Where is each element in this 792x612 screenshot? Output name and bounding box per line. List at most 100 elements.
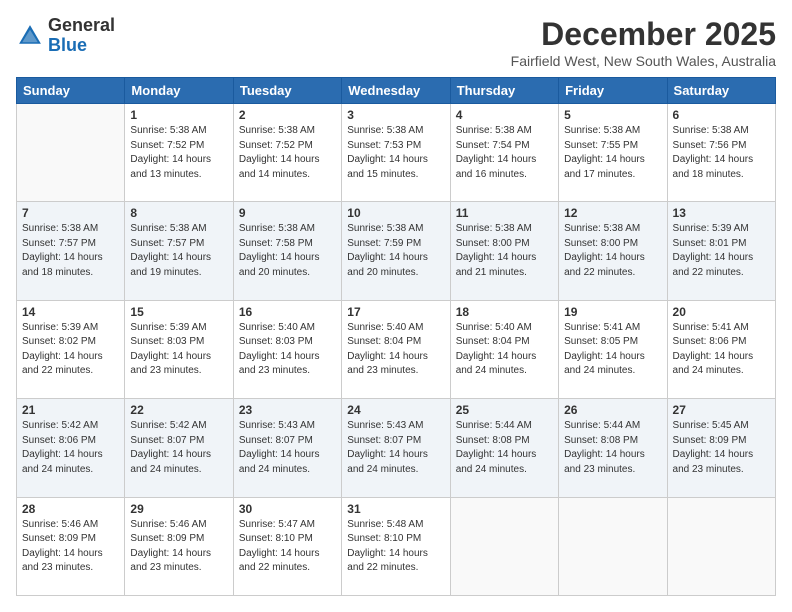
page: General Blue December 2025 Fairfield Wes…: [0, 0, 792, 612]
calendar-cell: 21 Sunrise: 5:42 AMSunset: 8:06 PMDayligh…: [17, 399, 125, 497]
cell-info: Sunrise: 5:38 AMSunset: 7:57 PMDaylight:…: [130, 222, 227, 280]
cell-info: Sunrise: 5:38 AMSunset: 7:57 PMDaylight:…: [22, 222, 119, 280]
day-number: 22: [130, 403, 227, 417]
cell-info: Sunrise: 5:40 AMSunset: 8:04 PMDaylight:…: [347, 321, 444, 379]
day-number: 6: [673, 108, 770, 122]
day-number: 17: [347, 305, 444, 319]
cell-info: Sunrise: 5:41 AMSunset: 8:06 PMDaylight:…: [673, 321, 770, 379]
day-number: 30: [239, 502, 336, 516]
calendar-cell: 7 Sunrise: 5:38 AMSunset: 7:57 PMDaylight…: [17, 202, 125, 300]
calendar-cell: 11 Sunrise: 5:38 AMSunset: 8:00 PMDayligh…: [450, 202, 558, 300]
calendar-cell: 29Sunrise: 5:46 AMSunset: 8:09 PMDayligh…: [125, 497, 233, 595]
calendar-cell: 14 Sunrise: 5:39 AMSunset: 8:02 PMDayligh…: [17, 300, 125, 398]
calendar-week-row: 28 Sunrise: 5:46 AMSunset: 8:09 PMDayligh…: [17, 497, 776, 595]
day-number: 25: [456, 403, 553, 417]
calendar-cell: 2 Sunrise: 5:38 AMSunset: 7:52 PMDaylight…: [233, 104, 341, 202]
calendar-cell: 18 Sunrise: 5:40 AMSunset: 8:04 PMDayligh…: [450, 300, 558, 398]
calendar-cell: 31 Sunrise: 5:48 AMSunset: 8:10 PMDayligh…: [342, 497, 450, 595]
cell-info: Sunrise: 5:38 AMSunset: 7:55 PMDaylight:…: [564, 124, 661, 182]
weekday-header-row: SundayMondayTuesdayWednesdayThursdayFrid…: [17, 78, 776, 104]
day-number: 31: [347, 502, 444, 516]
calendar-week-row: 1Sunrise: 5:38 AMSunset: 7:52 PMDaylight…: [17, 104, 776, 202]
day-number: 21: [22, 403, 119, 417]
day-number: 3: [347, 108, 444, 122]
cell-info: Sunrise: 5:47 AMSunset: 8:10 PMDaylight:…: [239, 518, 336, 576]
day-number: 4: [456, 108, 553, 122]
calendar-cell: 9Sunrise: 5:38 AMSunset: 7:58 PMDaylight…: [233, 202, 341, 300]
day-number: 23: [239, 403, 336, 417]
day-number: 2: [239, 108, 336, 122]
calendar-cell: 27 Sunrise: 5:45 AMSunset: 8:09 PMDayligh…: [667, 399, 775, 497]
calendar-cell: 12 Sunrise: 5:38 AMSunset: 8:00 PMDayligh…: [559, 202, 667, 300]
cell-info: Sunrise: 5:46 AMSunset: 8:09 PMDaylight:…: [130, 518, 227, 576]
cell-info: Sunrise: 5:38 AMSunset: 7:58 PMDaylight:…: [239, 222, 336, 280]
day-number: 7: [22, 206, 119, 220]
day-number: 8: [130, 206, 227, 220]
calendar-cell: 16Sunrise: 5:40 AMSunset: 8:03 PMDayligh…: [233, 300, 341, 398]
calendar-cell: 25Sunrise: 5:44 AMSunset: 8:08 PMDayligh…: [450, 399, 558, 497]
logo-blue: Blue: [48, 35, 87, 55]
weekday-header-sunday: Sunday: [17, 78, 125, 104]
header: General Blue December 2025 Fairfield Wes…: [16, 16, 776, 69]
calendar-cell: 8 Sunrise: 5:38 AMSunset: 7:57 PMDaylight…: [125, 202, 233, 300]
day-number: 20: [673, 305, 770, 319]
day-number: 27: [673, 403, 770, 417]
cell-info: Sunrise: 5:38 AMSunset: 7:59 PMDaylight:…: [347, 222, 444, 280]
day-number: 13: [673, 206, 770, 220]
calendar-cell: 1Sunrise: 5:38 AMSunset: 7:52 PMDaylight…: [125, 104, 233, 202]
calendar-week-row: 21 Sunrise: 5:42 AMSunset: 8:06 PMDayligh…: [17, 399, 776, 497]
day-number: 14: [22, 305, 119, 319]
calendar-cell: 5 Sunrise: 5:38 AMSunset: 7:55 PMDaylight…: [559, 104, 667, 202]
weekday-header-monday: Monday: [125, 78, 233, 104]
logo-text: General Blue: [48, 16, 115, 56]
weekday-header-wednesday: Wednesday: [342, 78, 450, 104]
cell-info: Sunrise: 5:45 AMSunset: 8:09 PMDaylight:…: [673, 419, 770, 477]
cell-info: Sunrise: 5:42 AMSunset: 8:06 PMDaylight:…: [22, 419, 119, 477]
cell-info: Sunrise: 5:43 AMSunset: 8:07 PMDaylight:…: [347, 419, 444, 477]
day-number: 18: [456, 305, 553, 319]
cell-info: Sunrise: 5:48 AMSunset: 8:10 PMDaylight:…: [347, 518, 444, 576]
cell-info: Sunrise: 5:38 AMSunset: 7:52 PMDaylight:…: [130, 124, 227, 182]
day-number: 12: [564, 206, 661, 220]
calendar-cell: 30 Sunrise: 5:47 AMSunset: 8:10 PMDayligh…: [233, 497, 341, 595]
cell-info: Sunrise: 5:38 AMSunset: 7:56 PMDaylight:…: [673, 124, 770, 182]
day-number: 10: [347, 206, 444, 220]
cell-info: Sunrise: 5:44 AMSunset: 8:08 PMDaylight:…: [564, 419, 661, 477]
cell-info: Sunrise: 5:43 AMSunset: 8:07 PMDaylight:…: [239, 419, 336, 477]
day-number: 19: [564, 305, 661, 319]
day-number: 26: [564, 403, 661, 417]
location-subtitle: Fairfield West, New South Wales, Austral…: [511, 53, 776, 69]
calendar-cell: [450, 497, 558, 595]
calendar-table: SundayMondayTuesdayWednesdayThursdayFrid…: [16, 77, 776, 596]
calendar-cell: 13 Sunrise: 5:39 AMSunset: 8:01 PMDayligh…: [667, 202, 775, 300]
cell-info: Sunrise: 5:38 AMSunset: 7:52 PMDaylight:…: [239, 124, 336, 182]
calendar-cell: [559, 497, 667, 595]
title-block: December 2025 Fairfield West, New South …: [511, 16, 776, 69]
calendar-cell: 22Sunrise: 5:42 AMSunset: 8:07 PMDayligh…: [125, 399, 233, 497]
cell-info: Sunrise: 5:38 AMSunset: 8:00 PMDaylight:…: [456, 222, 553, 280]
day-number: 16: [239, 305, 336, 319]
cell-info: Sunrise: 5:40 AMSunset: 8:04 PMDaylight:…: [456, 321, 553, 379]
cell-info: Sunrise: 5:39 AMSunset: 8:03 PMDaylight:…: [130, 321, 227, 379]
calendar-cell: 3 Sunrise: 5:38 AMSunset: 7:53 PMDaylight…: [342, 104, 450, 202]
day-number: 5: [564, 108, 661, 122]
calendar-cell: 28Sunrise: 5:46 AMSunset: 8:09 PMDayligh…: [17, 497, 125, 595]
day-number: 11: [456, 206, 553, 220]
calendar-cell: 20 Sunrise: 5:41 AMSunset: 8:06 PMDayligh…: [667, 300, 775, 398]
cell-info: Sunrise: 5:38 AMSunset: 8:00 PMDaylight:…: [564, 222, 661, 280]
calendar-week-row: 14 Sunrise: 5:39 AMSunset: 8:02 PMDayligh…: [17, 300, 776, 398]
calendar-week-row: 7 Sunrise: 5:38 AMSunset: 7:57 PMDaylight…: [17, 202, 776, 300]
weekday-header-thursday: Thursday: [450, 78, 558, 104]
day-number: 28: [22, 502, 119, 516]
weekday-header-saturday: Saturday: [667, 78, 775, 104]
calendar-cell: [17, 104, 125, 202]
cell-info: Sunrise: 5:38 AMSunset: 7:53 PMDaylight:…: [347, 124, 444, 182]
month-title: December 2025: [511, 16, 776, 53]
logo-general: General: [48, 15, 115, 35]
cell-info: Sunrise: 5:41 AMSunset: 8:05 PMDaylight:…: [564, 321, 661, 379]
calendar-cell: 15Sunrise: 5:39 AMSunset: 8:03 PMDayligh…: [125, 300, 233, 398]
cell-info: Sunrise: 5:39 AMSunset: 8:01 PMDaylight:…: [673, 222, 770, 280]
calendar-cell: [667, 497, 775, 595]
cell-info: Sunrise: 5:39 AMSunset: 8:02 PMDaylight:…: [22, 321, 119, 379]
calendar-cell: 24Sunrise: 5:43 AMSunset: 8:07 PMDayligh…: [342, 399, 450, 497]
